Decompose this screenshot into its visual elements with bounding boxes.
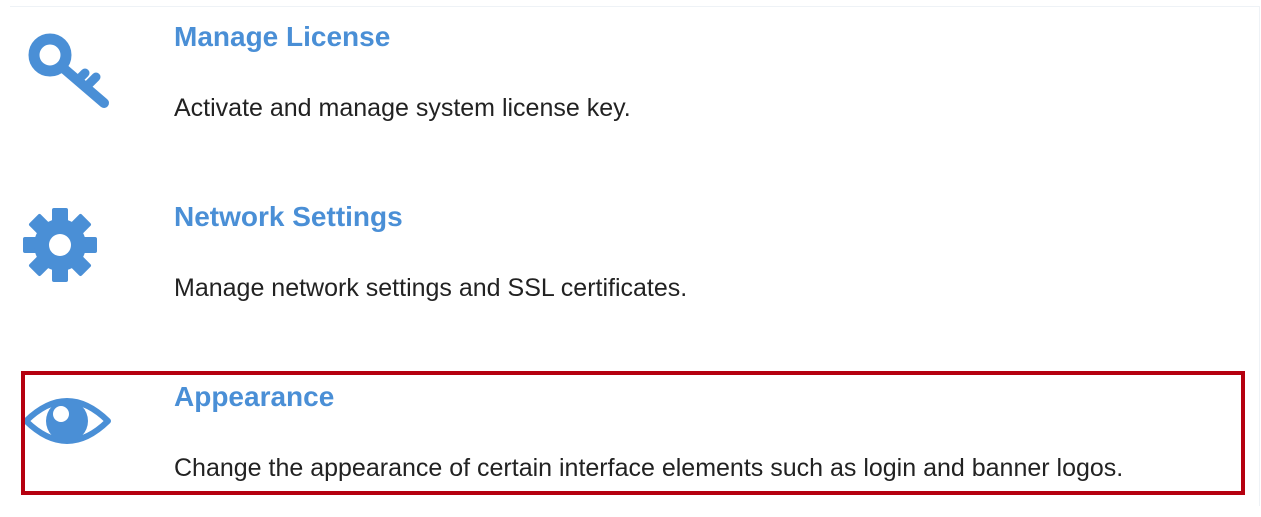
settings-item-network-settings[interactable]: Network Settings Manage network settings… xyxy=(10,187,1250,337)
manage-license-description: Activate and manage system license key. xyxy=(174,94,631,122)
network-settings-link[interactable]: Network Settings xyxy=(174,201,403,233)
eye-icon xyxy=(23,398,111,444)
manage-license-link[interactable]: Manage License xyxy=(174,21,390,53)
settings-item-appearance[interactable]: Appearance Change the appearance of cert… xyxy=(10,367,1250,517)
network-settings-description: Manage network settings and SSL certific… xyxy=(174,274,688,302)
appearance-link[interactable]: Appearance xyxy=(174,381,334,413)
appearance-description: Change the appearance of certain interfa… xyxy=(174,454,1124,482)
key-icon xyxy=(28,33,109,108)
gear-icon xyxy=(23,208,97,282)
settings-panel: Manage License Activate and manage syste… xyxy=(10,6,1260,506)
settings-item-manage-license[interactable]: Manage License Activate and manage syste… xyxy=(10,7,1250,157)
